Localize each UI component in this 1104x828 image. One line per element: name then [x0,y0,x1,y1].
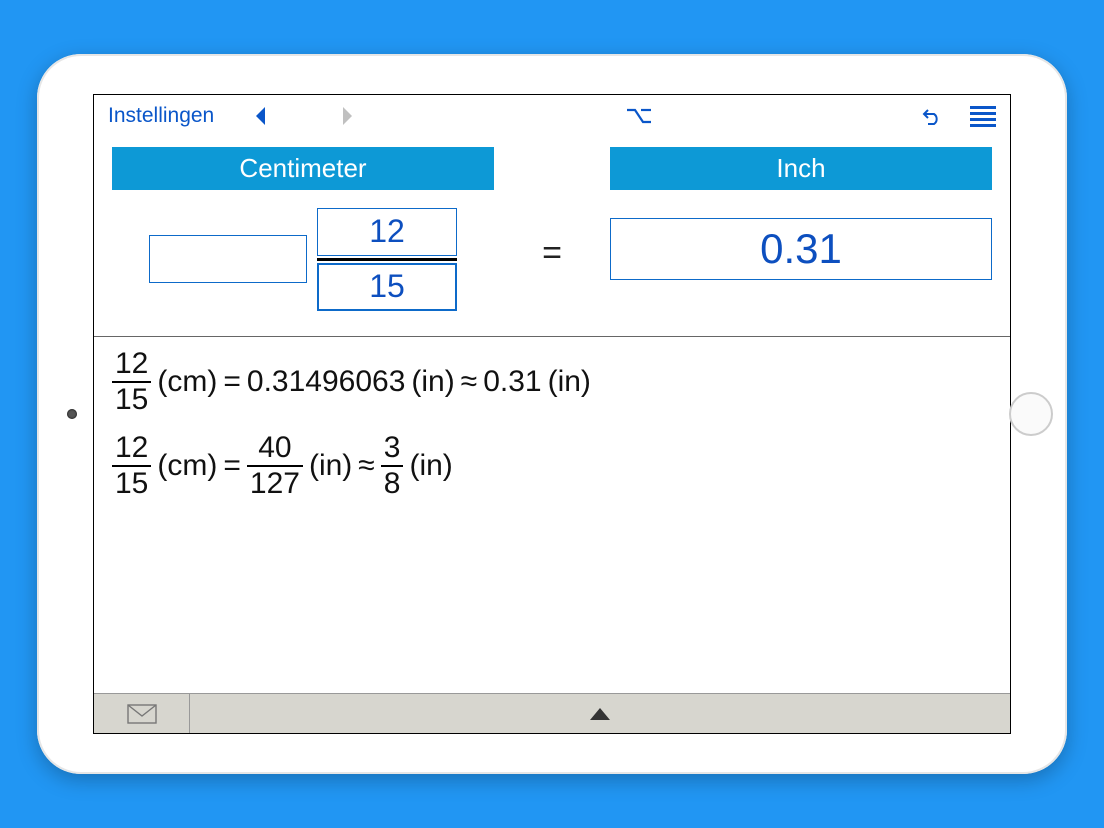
settings-link[interactable]: Instellingen [108,104,236,128]
equals-sign: = [534,193,570,314]
conversion-row: Centimeter 12 15 = Inch 0.31 [94,137,1010,336]
unit-text: (cm) [157,449,217,483]
toolbar: Instellingen [94,95,1010,137]
chevron-up-icon [590,708,610,720]
fraction-input: 12 15 [317,208,457,311]
fraction: 3 8 [381,433,404,499]
value-text: 0.31496063 [247,365,406,399]
denominator-input[interactable]: 15 [317,263,457,311]
unit-header-right[interactable]: Inch [610,147,992,190]
fraction: 12 15 [112,433,151,499]
fraction: 40 127 [247,433,303,499]
unit-text: (in) [309,449,352,483]
fraction: 12 15 [112,349,151,415]
left-input-area: 12 15 [112,204,494,314]
fraction-bar [317,258,457,261]
expand-button[interactable] [190,694,1010,733]
left-side: Centimeter 12 15 [112,147,494,314]
approx-text: ≈ [461,365,477,399]
mail-button[interactable] [94,694,190,733]
fraction-num: 12 [112,433,151,463]
fraction-num: 40 [255,433,294,463]
camera-dot [67,409,77,419]
numerator-input[interactable]: 12 [317,208,457,256]
bottom-bar [94,693,1010,733]
unit-header-left[interactable]: Centimeter [112,147,494,190]
envelope-icon [127,704,157,724]
equals-text: = [223,449,241,483]
unit-text: (in) [411,365,454,399]
fraction-den: 15 [112,385,151,415]
nav-forward-icon [330,99,364,133]
fraction-num: 3 [381,433,404,463]
nav-back-icon[interactable] [244,99,278,133]
undo-icon[interactable] [914,99,948,133]
menu-icon[interactable] [956,99,996,133]
app-screen: Instellingen [93,94,1011,734]
home-button[interactable] [1009,392,1053,436]
unit-text: (in) [548,365,591,399]
option-key-icon[interactable] [622,99,656,133]
value-text: 0.31 [483,365,541,399]
unit-text: (cm) [157,365,217,399]
results-panel: 12 15 (cm) = 0.31496063 (in) ≈ 0.31 (in)… [94,336,1010,693]
fraction-den: 8 [381,469,404,499]
result-output[interactable]: 0.31 [610,218,992,280]
right-side: Inch 0.31 [610,147,992,314]
whole-number-input[interactable] [149,235,307,283]
result-line-2: 12 15 (cm) = 40 127 (in) ≈ 3 8 [112,433,992,499]
approx-text: ≈ [358,449,374,483]
fraction-den: 15 [112,469,151,499]
fraction-den: 127 [247,469,303,499]
equals-text: = [223,365,241,399]
fraction-num: 12 [112,349,151,379]
unit-text: (in) [409,449,452,483]
result-line-1: 12 15 (cm) = 0.31496063 (in) ≈ 0.31 (in) [112,349,992,415]
tablet-frame: Instellingen [37,54,1067,774]
